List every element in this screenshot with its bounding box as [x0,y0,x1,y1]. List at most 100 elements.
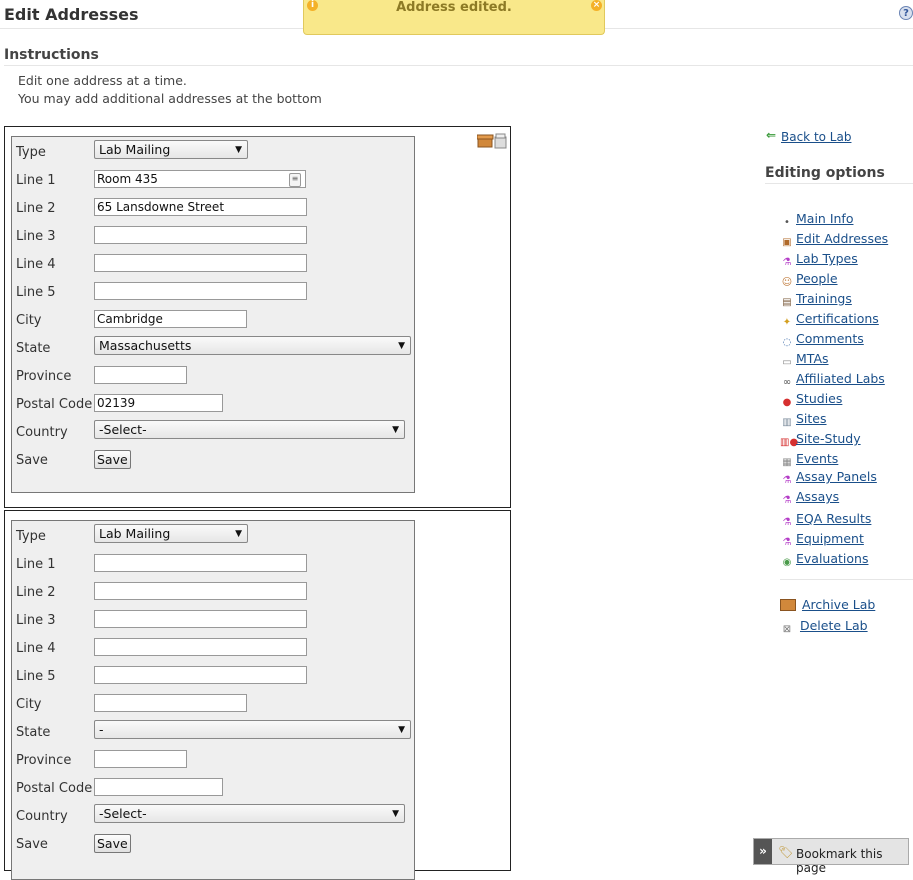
sidebar-item-eqa-results[interactable]: ⚗ EQA Results [780,511,872,529]
sidebar-item-label: Certifications [796,311,879,326]
address-form: Type Lab Mailing ▼ Line 1 Room 435 ≡ Line … [11,136,415,493]
person-icon: ☺ [781,277,793,288]
sidebar-item-sites[interactable]: ▥ Sites [780,411,826,429]
flask-icon: ⚗ [782,517,792,528]
line1-label: Line 1 [16,557,56,572]
sidebar-item-lab-types[interactable]: ⚗ Lab Types [780,251,858,269]
city-label: City [16,697,42,712]
sidebar-item-label: Studies [796,391,843,406]
sidebar-item-trainings[interactable]: ▤ Trainings [780,291,852,309]
type-select[interactable]: Lab Mailing ▼ [94,140,248,159]
sidebar-item-label: People [796,271,838,286]
province-label: Province [16,369,72,384]
country-select[interactable]: -Select- ▼ [94,804,405,823]
line4-input[interactable] [94,254,307,272]
comment-icon: ◌ [782,337,792,348]
type-select[interactable]: Lab Mailing ▼ [94,524,248,543]
sidebar-item-mtas[interactable]: ▭ MTAs [780,351,828,369]
toast-message: Address edited. [396,0,512,15]
editing-options-title: Editing options [765,165,885,181]
sidebar-item-comments[interactable]: ◌ Comments [780,331,864,349]
page-title: Edit Addresses [4,5,139,24]
back-to-lab-link[interactable]: Back to Lab [781,130,851,144]
back-arrow-icon: ⇐ [766,128,777,142]
state-select[interactable]: - ▼ [94,720,411,739]
province-input[interactable] [94,366,187,384]
city-input[interactable]: Cambridge [94,310,247,328]
sidebar-item-certifications[interactable]: ✦ Certifications [780,311,879,329]
save-label: Save [16,453,48,468]
archive-lab-link[interactable]: Archive Lab [780,597,875,612]
sidebar-item-studies[interactable]: ● Studies [780,391,843,409]
building-icon: ▥ [782,417,792,428]
line2-input[interactable]: 65 Lansdowne Street [94,198,307,216]
country-label: Country [16,809,68,824]
sidebar-item-site-study[interactable]: ▥●Site-Study [780,431,861,449]
help-icon[interactable]: ? [899,6,913,20]
save-label: Save [16,837,48,852]
save-button[interactable]: Save [94,450,131,469]
line4-input[interactable] [94,638,307,656]
country-label: Country [16,425,68,440]
sidebar-item-edit-addresses[interactable]: ▣ Edit Addresses [780,231,888,249]
sidebar-item-equipment[interactable]: ⚗ Equipment [780,531,864,549]
status-toast: i Address edited. × [303,0,605,35]
divider [780,579,913,580]
link-icon: ∞ [782,377,792,388]
line1-label: Line 1 [16,173,56,188]
postal-code-input[interactable] [94,778,223,796]
line5-label: Line 5 [16,285,56,300]
dot-icon: • [784,217,790,228]
instruction-line: Edit one address at a time. [18,73,187,88]
postal-code-input[interactable]: 02139 [94,394,223,412]
collapse-toggle[interactable]: » [754,839,772,864]
sidebar-item-label: EQA Results [796,511,872,526]
tag-icon: 🏷 [778,845,794,859]
sidebar-item-evaluations[interactable]: ◉ Evaluations [780,551,869,569]
line2-label: Line 2 [16,201,56,216]
beaker-icon: ◉ [782,557,792,568]
line3-label: Line 3 [16,613,56,628]
sidebar-item-label: Edit Addresses [796,231,889,246]
line5-label: Line 5 [16,669,56,684]
sidebar-item-label: Trainings [796,291,852,306]
chevron-down-icon: ▼ [398,341,405,351]
line2-label: Line 2 [16,585,56,600]
archive-icon[interactable] [476,133,509,149]
sidebar-item-assays[interactable]: ⚗ Assays [780,489,840,507]
save-button[interactable]: Save [94,834,131,853]
instructions-title: Instructions [4,47,99,63]
sidebar-item-events[interactable]: ▦ Events [780,451,838,469]
sidebar-item-assay-panels[interactable]: ⚗ Assay Panels [780,469,877,487]
line3-label: Line 3 [16,229,56,244]
flask-icon: ⚗ [782,257,792,268]
calendar-icon: ▦ [782,457,792,468]
sidebar-item-label: Comments [796,331,864,346]
chevron-down-icon: ▼ [235,145,242,155]
state-label: State [16,725,51,740]
bookmark-bar[interactable]: » 🏷 Bookmark this page [753,838,909,875]
line1-input[interactable]: Room 435 ≡ [94,170,306,188]
line5-input[interactable] [94,282,307,300]
close-icon[interactable]: × [591,0,602,11]
province-input[interactable] [94,750,187,768]
sidebar-item-people[interactable]: ☺ People [780,271,838,289]
sidebar-item-affiliated-labs[interactable]: ∞ Affiliated Labs [780,371,885,389]
country-select[interactable]: -Select- ▼ [94,420,405,439]
line2-input[interactable] [94,582,307,600]
line1-input[interactable] [94,554,307,572]
flask-icon: ⚗ [782,495,792,506]
sidebar-item-label: Lab Types [796,251,858,266]
line3-input[interactable] [94,610,307,628]
archive-delete-icons[interactable] [476,133,509,153]
line3-input[interactable] [94,226,307,244]
sidebar-item-main-info[interactable]: • Main Info [780,211,853,229]
city-input[interactable] [94,694,247,712]
book-icon: ▤ [782,297,792,308]
delete-lab-link[interactable]: ⊠ Delete Lab [780,618,868,636]
contact-card-icon[interactable]: ≡ [289,173,301,187]
instruction-line: You may add additional addresses at the … [18,91,322,106]
line5-input[interactable] [94,666,307,684]
state-select[interactable]: Massachusetts ▼ [94,336,411,355]
divider [765,183,913,184]
